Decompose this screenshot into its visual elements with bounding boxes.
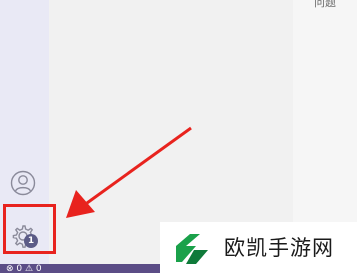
problems-label[interactable]: 问题 xyxy=(314,0,336,10)
watermark: 欧凯手游网 xyxy=(160,222,357,273)
account-button[interactable] xyxy=(10,170,36,196)
status-bar: ⊗ 0 ⚠ 0 xyxy=(0,264,160,273)
site-logo xyxy=(176,234,208,264)
watermark-text: 欧凯手游网 xyxy=(224,236,334,260)
status-indicators[interactable]: ⊗ 0 ⚠ 0 xyxy=(6,265,42,273)
highlight-box xyxy=(3,204,56,254)
account-icon xyxy=(10,170,36,196)
